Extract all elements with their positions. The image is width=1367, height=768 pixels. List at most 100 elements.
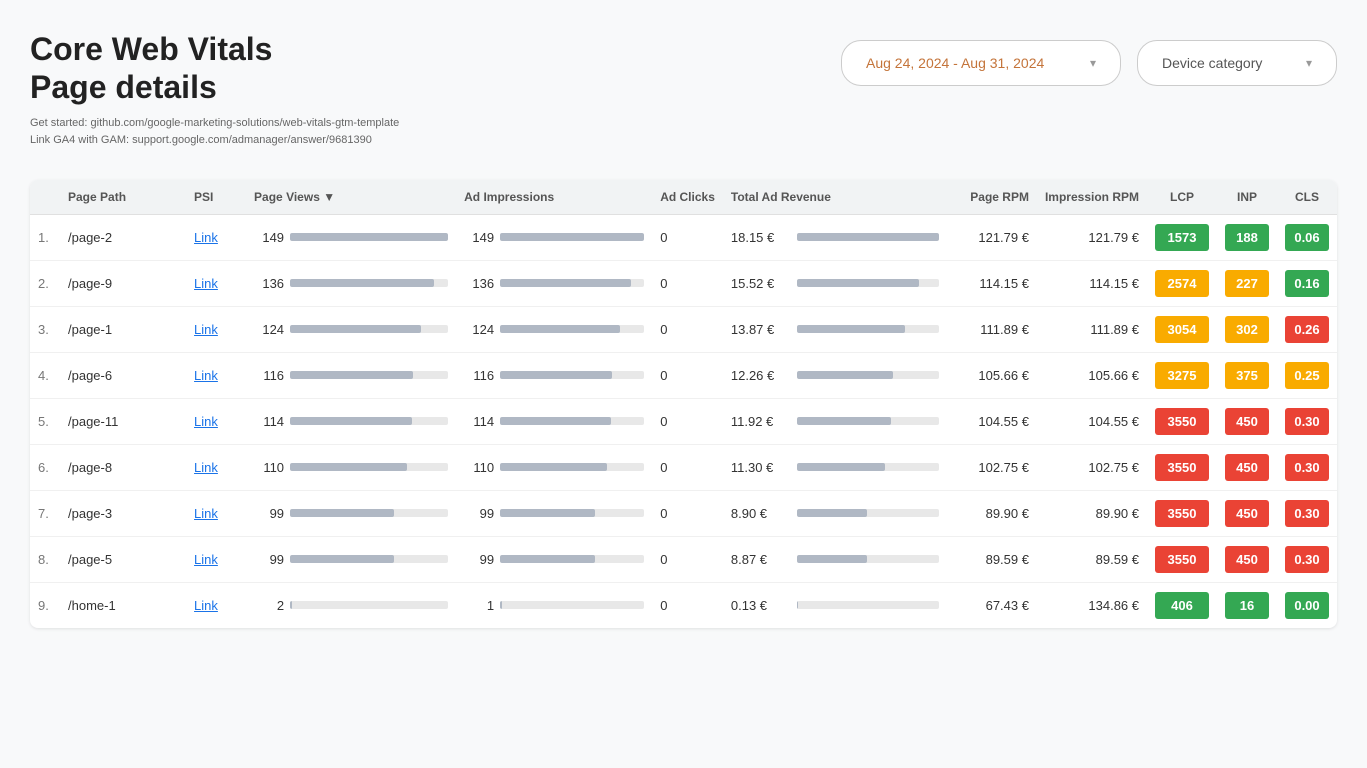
row-num: 9. bbox=[30, 582, 60, 628]
row-lcp: 406 bbox=[1147, 582, 1217, 628]
date-range-value: Aug 24, 2024 - Aug 31, 2024 bbox=[866, 55, 1044, 71]
row-inp: 450 bbox=[1217, 490, 1277, 536]
row-page-rpm: 105.66 € bbox=[947, 352, 1037, 398]
row-cls: 0.30 bbox=[1277, 536, 1337, 582]
date-range-dropdown[interactable]: Aug 24, 2024 - Aug 31, 2024 ▾ bbox=[841, 40, 1121, 86]
row-page-views: 2 bbox=[246, 582, 456, 628]
row-ad-impressions: 124 bbox=[456, 306, 652, 352]
row-impression-rpm: 89.90 € bbox=[1037, 490, 1147, 536]
row-cls: 0.30 bbox=[1277, 490, 1337, 536]
row-page-views: 149 bbox=[246, 214, 456, 260]
row-cls: 0.06 bbox=[1277, 214, 1337, 260]
row-cls: 0.30 bbox=[1277, 444, 1337, 490]
device-dropdown-arrow: ▾ bbox=[1306, 56, 1312, 70]
row-total-revenue: 11.30 € bbox=[723, 444, 947, 490]
col-psi: PSI bbox=[186, 180, 246, 215]
row-ad-clicks: 0 bbox=[652, 398, 723, 444]
row-psi[interactable]: Link bbox=[186, 444, 246, 490]
data-table: Page Path PSI Page Views ▼ Ad Impression… bbox=[30, 180, 1337, 628]
col-inp[interactable]: INP bbox=[1217, 180, 1277, 215]
row-lcp: 2574 bbox=[1147, 260, 1217, 306]
col-page-rpm[interactable]: Page RPM bbox=[947, 180, 1037, 215]
table-row: 8. /page-5 Link 99 99 0 8.87 € 89.59 € 8… bbox=[30, 536, 1337, 582]
row-total-revenue: 18.15 € bbox=[723, 214, 947, 260]
col-total-revenue[interactable]: Total Ad Revenue bbox=[723, 180, 947, 215]
col-page-path[interactable]: Page Path bbox=[60, 180, 186, 215]
row-total-revenue: 8.90 € bbox=[723, 490, 947, 536]
page-subtitle: Get started: github.com/google-marketing… bbox=[30, 115, 399, 150]
row-num: 5. bbox=[30, 398, 60, 444]
row-page-views: 136 bbox=[246, 260, 456, 306]
row-page-rpm: 102.75 € bbox=[947, 444, 1037, 490]
row-impression-rpm: 102.75 € bbox=[1037, 444, 1147, 490]
row-total-revenue: 8.87 € bbox=[723, 536, 947, 582]
row-lcp: 3550 bbox=[1147, 536, 1217, 582]
col-ad-clicks[interactable]: Ad Clicks bbox=[652, 180, 723, 215]
row-inp: 188 bbox=[1217, 214, 1277, 260]
row-lcp: 3054 bbox=[1147, 306, 1217, 352]
row-ad-impressions: 110 bbox=[456, 444, 652, 490]
row-num: 2. bbox=[30, 260, 60, 306]
row-total-revenue: 13.87 € bbox=[723, 306, 947, 352]
data-table-container: Page Path PSI Page Views ▼ Ad Impression… bbox=[30, 180, 1337, 628]
row-lcp: 3550 bbox=[1147, 444, 1217, 490]
device-category-dropdown[interactable]: Device category ▾ bbox=[1137, 40, 1337, 86]
header-section: Core Web Vitals Page details Get started… bbox=[30, 30, 1337, 150]
table-row: 1. /page-2 Link 149 149 0 18.15 € 121.79… bbox=[30, 214, 1337, 260]
row-lcp: 3275 bbox=[1147, 352, 1217, 398]
row-ad-clicks: 0 bbox=[652, 352, 723, 398]
row-inp: 450 bbox=[1217, 398, 1277, 444]
row-num: 7. bbox=[30, 490, 60, 536]
row-num: 4. bbox=[30, 352, 60, 398]
row-impression-rpm: 114.15 € bbox=[1037, 260, 1147, 306]
row-num: 6. bbox=[30, 444, 60, 490]
col-num bbox=[30, 180, 60, 215]
col-ad-impressions[interactable]: Ad Impressions bbox=[456, 180, 652, 215]
row-page-rpm: 104.55 € bbox=[947, 398, 1037, 444]
table-header-row: Page Path PSI Page Views ▼ Ad Impression… bbox=[30, 180, 1337, 215]
row-ad-impressions: 136 bbox=[456, 260, 652, 306]
row-total-revenue: 0.13 € bbox=[723, 582, 947, 628]
device-category-value: Device category bbox=[1162, 55, 1262, 71]
row-ad-clicks: 0 bbox=[652, 260, 723, 306]
row-ad-impressions: 99 bbox=[456, 490, 652, 536]
row-lcp: 3550 bbox=[1147, 490, 1217, 536]
row-psi[interactable]: Link bbox=[186, 536, 246, 582]
col-cls[interactable]: CLS bbox=[1277, 180, 1337, 215]
col-lcp[interactable]: LCP bbox=[1147, 180, 1217, 215]
row-page-path: /page-9 bbox=[60, 260, 186, 306]
row-inp: 302 bbox=[1217, 306, 1277, 352]
row-page-rpm: 67.43 € bbox=[947, 582, 1037, 628]
title-block: Core Web Vitals Page details Get started… bbox=[30, 30, 399, 150]
row-psi[interactable]: Link bbox=[186, 490, 246, 536]
table-row: 9. /home-1 Link 2 1 0 0.13 € 67.43 € 134… bbox=[30, 582, 1337, 628]
table-row: 3. /page-1 Link 124 124 0 13.87 € 111.89… bbox=[30, 306, 1337, 352]
row-page-path: /page-8 bbox=[60, 444, 186, 490]
row-impression-rpm: 121.79 € bbox=[1037, 214, 1147, 260]
row-cls: 0.25 bbox=[1277, 352, 1337, 398]
row-psi[interactable]: Link bbox=[186, 214, 246, 260]
date-dropdown-arrow: ▾ bbox=[1090, 56, 1096, 70]
row-page-views: 116 bbox=[246, 352, 456, 398]
table-row: 5. /page-11 Link 114 114 0 11.92 € 104.5… bbox=[30, 398, 1337, 444]
col-impression-rpm[interactable]: Impression RPM bbox=[1037, 180, 1147, 215]
row-page-views: 99 bbox=[246, 536, 456, 582]
row-ad-impressions: 1 bbox=[456, 582, 652, 628]
table-row: 2. /page-9 Link 136 136 0 15.52 € 114.15… bbox=[30, 260, 1337, 306]
row-cls: 0.00 bbox=[1277, 582, 1337, 628]
row-psi[interactable]: Link bbox=[186, 398, 246, 444]
row-psi[interactable]: Link bbox=[186, 260, 246, 306]
row-page-rpm: 111.89 € bbox=[947, 306, 1037, 352]
page-title: Core Web Vitals Page details bbox=[30, 30, 399, 107]
row-page-path: /page-11 bbox=[60, 398, 186, 444]
row-inp: 450 bbox=[1217, 444, 1277, 490]
row-psi[interactable]: Link bbox=[186, 306, 246, 352]
col-page-views[interactable]: Page Views ▼ bbox=[246, 180, 456, 215]
row-ad-impressions: 116 bbox=[456, 352, 652, 398]
row-page-path: /page-1 bbox=[60, 306, 186, 352]
row-total-revenue: 11.92 € bbox=[723, 398, 947, 444]
row-page-rpm: 89.59 € bbox=[947, 536, 1037, 582]
row-psi[interactable]: Link bbox=[186, 352, 246, 398]
row-inp: 450 bbox=[1217, 536, 1277, 582]
row-psi[interactable]: Link bbox=[186, 582, 246, 628]
